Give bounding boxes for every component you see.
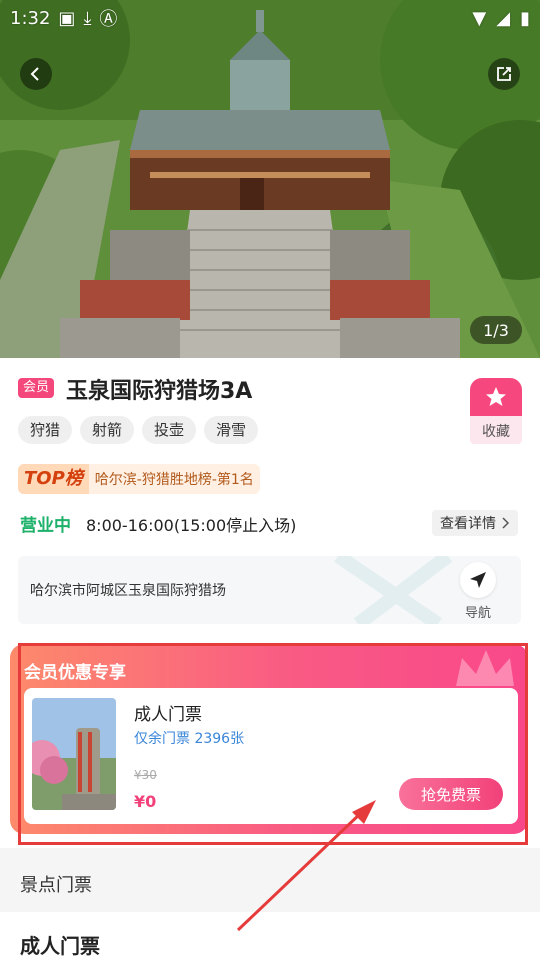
vip-badge: 会员 bbox=[18, 378, 55, 398]
tag-item[interactable]: 投壶 bbox=[142, 416, 197, 444]
attraction-photo bbox=[0, 0, 540, 358]
attraction-info: 会员 玉泉国际狩猎场3A 收藏 狩猎 射箭 投壶 滑雪 TOP榜 哈尔滨-狩猎胜… bbox=[0, 358, 540, 848]
tag-item[interactable]: 射箭 bbox=[80, 416, 135, 444]
scenic-tickets-label: 景点门票 bbox=[20, 875, 92, 896]
ticket-price: ¥0 bbox=[134, 792, 157, 811]
share-icon bbox=[497, 67, 511, 81]
navigation-label: 导航 bbox=[465, 606, 492, 621]
view-details-button[interactable]: 查看详情 bbox=[432, 510, 518, 536]
favorite-label: 收藏 bbox=[482, 424, 510, 440]
attraction-title: 玉泉国际狩猎场3A bbox=[66, 379, 253, 404]
navigation-arrow-icon bbox=[470, 572, 486, 588]
back-button[interactable] bbox=[20, 58, 52, 90]
ticket-card[interactable]: 成人门票 仅余门票 2396张 ¥30 ¥0 抢免费票 bbox=[24, 688, 518, 824]
address-text: 哈尔滨市阿城区玉泉国际狩猎场 bbox=[30, 583, 226, 599]
adult-tickets-row[interactable]: 成人门票 bbox=[0, 912, 540, 960]
star-icon bbox=[486, 387, 506, 406]
hero-gallery[interactable]: 1:32 ▣ ⤓ Ⓐ ▼ ◢ ▮ 1/3 bbox=[0, 0, 540, 358]
adult-tickets-label: 成人门票 bbox=[20, 934, 100, 958]
address-card[interactable]: 哈尔滨市阿城区玉泉国际狩猎场 导航 bbox=[18, 556, 521, 624]
signal-icon: ◢ bbox=[496, 7, 511, 29]
view-details-label: 查看详情 bbox=[440, 516, 496, 532]
navigation-button[interactable] bbox=[460, 562, 496, 598]
gallery-page-indicator: 1/3 bbox=[470, 316, 522, 344]
ranking-badge[interactable]: TOP榜 哈尔滨-狩猎胜地榜-第1名 bbox=[18, 464, 260, 494]
member-promo-section: 会员优惠专享 成人门票 仅余门票 2396张 ¥30 ¥0 抢免费票 bbox=[10, 644, 528, 834]
download-notification-icon: ⤓ bbox=[83, 7, 92, 29]
scenic-tickets-header: 景点门票 bbox=[0, 852, 540, 912]
opening-hours: 8:00-16:00(15:00停止入场) bbox=[86, 516, 297, 535]
ticket-remaining: 仅余门票 2396张 bbox=[134, 731, 245, 747]
tag-item[interactable]: 滑雪 bbox=[204, 416, 259, 444]
tag-item[interactable]: 狩猎 bbox=[18, 416, 73, 444]
battery-icon: ▮ bbox=[520, 7, 530, 29]
ticket-name: 成人门票 bbox=[134, 705, 202, 725]
status-time: 1:32 bbox=[10, 7, 51, 29]
chevron-right-icon bbox=[502, 517, 510, 529]
top-ranking-logo: TOP榜 bbox=[18, 464, 89, 494]
wifi-icon: ▼ bbox=[472, 7, 487, 29]
share-button[interactable] bbox=[488, 58, 520, 90]
favorite-button[interactable]: 收藏 bbox=[470, 378, 522, 444]
tag-list: 狩猎 射箭 投壶 滑雪 bbox=[18, 416, 259, 444]
image-notification-icon: ▣ bbox=[58, 7, 76, 29]
chevron-left-icon bbox=[30, 67, 39, 81]
app-notification-icon: Ⓐ bbox=[99, 9, 118, 30]
ticket-thumbnail bbox=[32, 698, 116, 810]
status-bar: 1:32 ▣ ⤓ Ⓐ ▼ ◢ ▮ bbox=[10, 6, 530, 31]
grab-free-ticket-button[interactable]: 抢免费票 bbox=[399, 778, 503, 810]
promo-title: 会员优惠专享 bbox=[24, 663, 126, 683]
ticket-original-price: ¥30 bbox=[134, 768, 157, 782]
ranking-text: 哈尔滨-狩猎胜地榜-第1名 bbox=[94, 472, 254, 488]
open-status: 营业中 bbox=[20, 516, 71, 536]
